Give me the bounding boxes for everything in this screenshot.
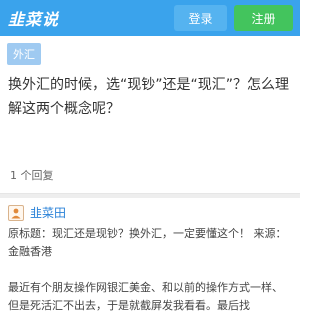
login-button[interactable]: 登录 [174, 5, 227, 31]
user-avatar-icon[interactable] [8, 204, 24, 221]
auth-actions: 登录 注册 [174, 5, 293, 31]
answer-card: 韭菜田 原标题：现汇还是现钞？换外汇，一定要懂这个！ 来源：金融香港 最近有个朋… [0, 198, 300, 315]
site-logo[interactable]: 韭菜说 [8, 6, 59, 30]
answer-paragraph: 最近有个朋友操作网银汇美金、和以前的操作方式一样、但是死活汇不出去，于是就截屏发… [8, 281, 283, 312]
top-navbar: 韭菜说 登录 注册 [0, 0, 300, 36]
author-name[interactable]: 韭菜田 [30, 204, 66, 221]
answer-paragraph: 原标题：现汇还是现钞？换外汇，一定要懂这个！ 来源：金融香港 [8, 227, 287, 258]
question-title: 换外汇的时候，选“现钞”还是“现汇”？怎么理解这两个概念呢？ [8, 77, 290, 117]
question-section: 外汇 换外汇的时候，选“现钞”还是“现汇”？怎么理解这两个概念呢？ 1 个回复 [0, 36, 300, 183]
reply-count: 1 个回复 [10, 169, 54, 182]
register-button[interactable]: 注册 [234, 5, 293, 31]
topic-tag[interactable]: 外汇 [7, 43, 41, 65]
answer-body: 原标题：现汇还是现钞？换外汇，一定要懂这个！ 来源：金融香港 最近有个朋友操作网… [8, 225, 292, 315]
answer-author: 韭菜田 [8, 204, 292, 221]
